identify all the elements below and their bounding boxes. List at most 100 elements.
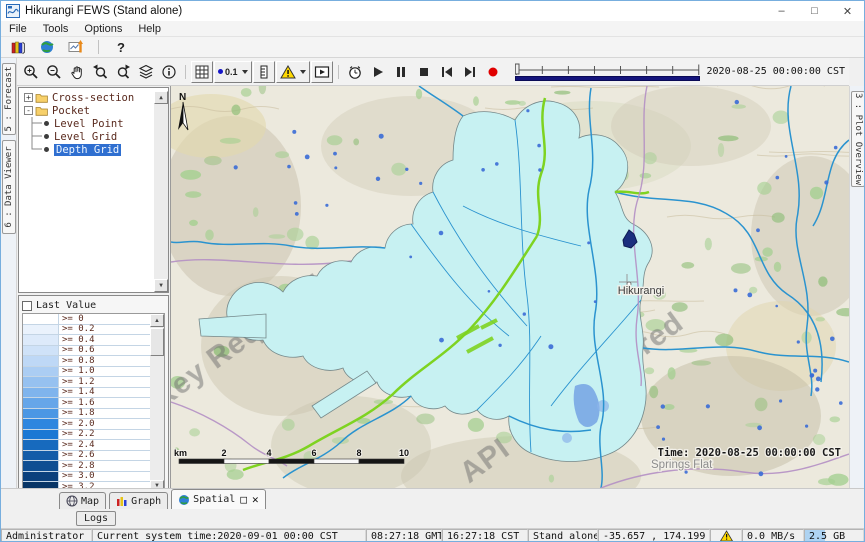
legend-swatch bbox=[23, 472, 59, 482]
timeseries-chart-button[interactable] bbox=[65, 36, 87, 58]
scroll-down-icon[interactable]: ▼ bbox=[154, 279, 168, 292]
classification-button[interactable] bbox=[253, 61, 275, 83]
legend-row[interactable]: >= 1.6 bbox=[23, 398, 150, 409]
restore-view-icon[interactable]: □ bbox=[240, 493, 247, 506]
zoom-previous-button[interactable] bbox=[89, 61, 111, 83]
legend-swatch bbox=[23, 430, 59, 440]
zoom-out-button[interactable] bbox=[43, 61, 65, 83]
tab-logs[interactable]: Logs bbox=[76, 511, 116, 526]
minimize-button[interactable]: – bbox=[765, 1, 798, 21]
legend-row[interactable]: >= 2.0 bbox=[23, 419, 150, 430]
warnings-dropdown[interactable] bbox=[276, 61, 310, 83]
time-slider-track[interactable] bbox=[515, 62, 700, 75]
last-value-checkbox[interactable] bbox=[22, 301, 32, 311]
timer-button[interactable] bbox=[344, 61, 366, 83]
legend-row[interactable]: >= 2.8 bbox=[23, 461, 150, 472]
legend-list: >= 0>= 0.2>= 0.4>= 0.6>= 0.8>= 1.0>= 1.2… bbox=[22, 313, 165, 494]
tree-node-cross-section[interactable]: + Cross-section bbox=[19, 91, 154, 104]
legend-row[interactable]: >= 1.4 bbox=[23, 388, 150, 399]
menu-tools[interactable]: Tools bbox=[35, 23, 77, 35]
map-canvas[interactable]: API Key Required API Key Required bbox=[171, 86, 849, 488]
grid-toggle-button[interactable] bbox=[191, 61, 213, 83]
tab-forecast[interactable]: 5 : Forecast bbox=[2, 63, 16, 135]
zoom-in-button[interactable] bbox=[20, 61, 42, 83]
chevron-down-icon bbox=[300, 70, 306, 74]
legend-row[interactable]: >= 2.4 bbox=[23, 440, 150, 451]
time-slider[interactable] bbox=[515, 62, 700, 81]
status-memory: 2.5 GB bbox=[804, 529, 864, 542]
legend-row[interactable]: >= 2.2 bbox=[23, 430, 150, 441]
menu-options[interactable]: Options bbox=[76, 23, 130, 35]
legend-row[interactable]: >= 0.6 bbox=[23, 346, 150, 357]
scroll-thumb[interactable] bbox=[150, 328, 164, 356]
legend-label: >= 1.6 bbox=[59, 398, 150, 408]
tree-node-level-grid[interactable]: Level Grid bbox=[19, 130, 154, 143]
pause-button[interactable] bbox=[390, 61, 412, 83]
globe-button[interactable] bbox=[36, 36, 58, 58]
legend-row[interactable]: >= 0.2 bbox=[23, 325, 150, 336]
legend-swatch bbox=[23, 325, 59, 335]
skip-to-start-button[interactable] bbox=[436, 61, 458, 83]
collapse-icon[interactable]: - bbox=[24, 106, 33, 115]
tree-node-level-point[interactable]: Level Point bbox=[19, 117, 154, 130]
time-slider-thumb[interactable] bbox=[515, 64, 519, 74]
tab-spatial[interactable]: Spatial □ ✕ bbox=[171, 489, 265, 509]
status-local-time: 16:27:18 CST bbox=[442, 529, 528, 542]
play-button[interactable] bbox=[367, 61, 389, 83]
tab-map[interactable]: Map bbox=[59, 492, 106, 509]
help-button[interactable]: ? bbox=[110, 36, 132, 58]
close-button[interactable]: ✕ bbox=[831, 1, 864, 21]
legend-label: >= 0.8 bbox=[59, 356, 150, 366]
maximize-button[interactable]: □ bbox=[798, 1, 831, 21]
legend-label: >= 0 bbox=[59, 314, 150, 324]
zoom-next-button[interactable] bbox=[112, 61, 134, 83]
bullet-icon bbox=[44, 134, 49, 139]
interval-dot-icon bbox=[218, 69, 223, 74]
legend-row[interactable]: >= 0.8 bbox=[23, 356, 150, 367]
status-coordinates: -35.657 , 174.199 bbox=[598, 529, 710, 542]
svg-text:8: 8 bbox=[356, 448, 361, 458]
menu-help[interactable]: Help bbox=[130, 23, 169, 35]
status-gmt-time: 08:27:18 GMT bbox=[366, 529, 442, 542]
legend-row[interactable]: >= 1.8 bbox=[23, 409, 150, 420]
tree-node-depth-grid[interactable]: Depth Grid bbox=[19, 143, 154, 156]
legend-swatch bbox=[23, 409, 59, 419]
left-panel: + Cross-section - Pocket bbox=[17, 86, 171, 488]
interval-dropdown[interactable]: 0.1 bbox=[214, 61, 252, 83]
tree-node-pocket[interactable]: - Pocket bbox=[19, 104, 154, 117]
spatial-globe-icon bbox=[178, 494, 190, 506]
scroll-up-icon[interactable]: ▲ bbox=[154, 91, 168, 104]
animation-button[interactable] bbox=[311, 61, 333, 83]
archive-button[interactable] bbox=[7, 36, 29, 58]
expand-icon[interactable]: + bbox=[24, 93, 33, 102]
stop-button[interactable] bbox=[413, 61, 435, 83]
legend-row[interactable]: >= 0 bbox=[23, 314, 150, 325]
info-button[interactable] bbox=[158, 61, 180, 83]
tab-plot-overview[interactable]: 3 : Plot Overview bbox=[851, 91, 865, 187]
status-warning[interactable] bbox=[710, 529, 742, 542]
menu-file[interactable]: File bbox=[1, 23, 35, 35]
legend-swatch bbox=[23, 440, 59, 450]
scale-unit-label: km bbox=[174, 448, 187, 458]
layers-button[interactable] bbox=[135, 61, 157, 83]
close-view-icon[interactable]: ✕ bbox=[252, 493, 259, 506]
legend-row[interactable]: >= 1.2 bbox=[23, 377, 150, 388]
skip-to-end-button[interactable] bbox=[459, 61, 481, 83]
view-tab-bar: Map Graph Spatial □ ✕ bbox=[1, 488, 864, 509]
toolbar-separator bbox=[185, 65, 186, 79]
legend-row[interactable]: >= 0.4 bbox=[23, 335, 150, 346]
pan-button[interactable] bbox=[66, 61, 88, 83]
legend-swatch bbox=[23, 367, 59, 377]
legend-row[interactable]: >= 1.0 bbox=[23, 367, 150, 378]
map-toolbar: 0.1 bbox=[17, 58, 849, 86]
legend-row[interactable]: >= 3.0 bbox=[23, 472, 150, 483]
legend-row[interactable]: >= 2.6 bbox=[23, 451, 150, 462]
tab-graph[interactable]: Graph bbox=[109, 492, 168, 509]
legend-scrollbar[interactable]: ▲ ▼ bbox=[150, 314, 164, 493]
tree-scrollbar[interactable]: ▲ ▼ bbox=[154, 91, 168, 292]
legend-swatch bbox=[23, 346, 59, 356]
tab-data-viewer[interactable]: 6 : Data Viewer bbox=[2, 140, 16, 234]
scroll-up-icon[interactable]: ▲ bbox=[150, 314, 164, 327]
record-button[interactable] bbox=[482, 61, 504, 83]
last-value-label: Last Value bbox=[36, 300, 96, 311]
